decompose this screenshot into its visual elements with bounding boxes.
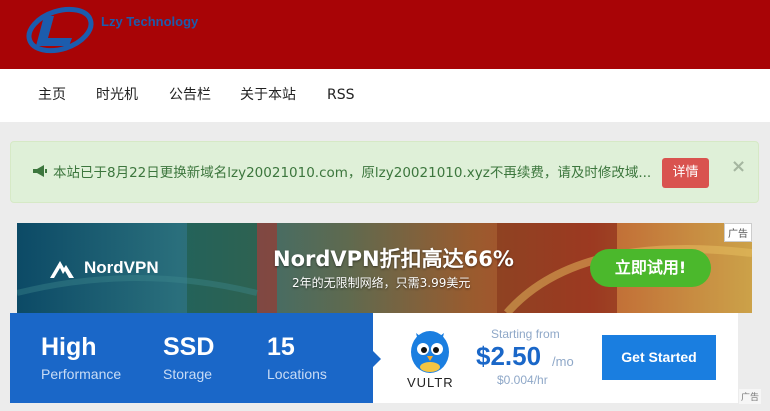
feature-label: Performance — [41, 366, 122, 382]
price-hour: $0.004/hr — [497, 373, 548, 387]
nordvpn-brand: NordVPN — [84, 258, 159, 277]
close-icon[interactable]: × — [731, 157, 746, 177]
feature-value: SSD — [163, 333, 215, 361]
vultr-brand: VULTR — [407, 375, 454, 390]
price-unit: /mo — [552, 354, 574, 369]
get-started-button[interactable]: Get Started — [602, 335, 716, 380]
panel-arrow — [373, 351, 381, 367]
ad-label[interactable]: 广告 — [724, 223, 752, 242]
price-value: $2.50 — [476, 341, 542, 371]
vultr-bird-icon — [411, 331, 449, 373]
starting-from-label: Starting from — [491, 327, 560, 341]
nordvpn-headline: NordVPN折扣高达66% — [273, 247, 514, 271]
feature-label: Storage — [163, 366, 213, 382]
ad-label[interactable]: 广告 — [739, 389, 762, 404]
feature-label: Locations — [267, 366, 327, 382]
site-header: Lzy Technology — [0, 0, 770, 69]
nordvpn-try-button[interactable]: 立即试用! — [590, 249, 711, 287]
nordvpn-logo-icon — [50, 261, 74, 278]
feature-value: High — [41, 333, 97, 361]
megaphone-icon — [33, 165, 47, 177]
lzy-logo-icon[interactable] — [26, 4, 96, 54]
nav-item-home[interactable]: 主页 — [38, 69, 66, 122]
site-name[interactable]: Lzy Technology — [101, 14, 198, 29]
nordvpn-ad-banner[interactable]: NordVPN NordVPN折扣高达66% 2年的无限制网络，只需3.99美元… — [17, 223, 752, 313]
nav-item-bulletin[interactable]: 公告栏 — [169, 69, 211, 122]
notice-text: 本站已于8月22日更换新域名lzy20021010.com，原lzy200210… — [53, 165, 652, 181]
vultr-ad-banner[interactable]: High Performance SSD Storage 15 Location… — [10, 313, 738, 403]
nav-item-about[interactable]: 关于本站 — [240, 69, 296, 122]
feature-value: 15 — [267, 333, 295, 361]
main-nav: 主页 时光机 公告栏 关于本站 RSS — [0, 69, 770, 122]
domain-notice: 本站已于8月22日更换新域名lzy20021010.com，原lzy200210… — [10, 141, 759, 203]
nordvpn-subline: 2年的无限制网络，只需3.99美元 — [292, 276, 471, 290]
vultr-features-panel: High Performance SSD Storage 15 Location… — [10, 313, 373, 403]
nav-item-timemachine[interactable]: 时光机 — [96, 69, 138, 122]
nav-item-rss[interactable]: RSS — [327, 69, 355, 122]
notice-detail-button[interactable]: 详情 — [662, 158, 709, 188]
